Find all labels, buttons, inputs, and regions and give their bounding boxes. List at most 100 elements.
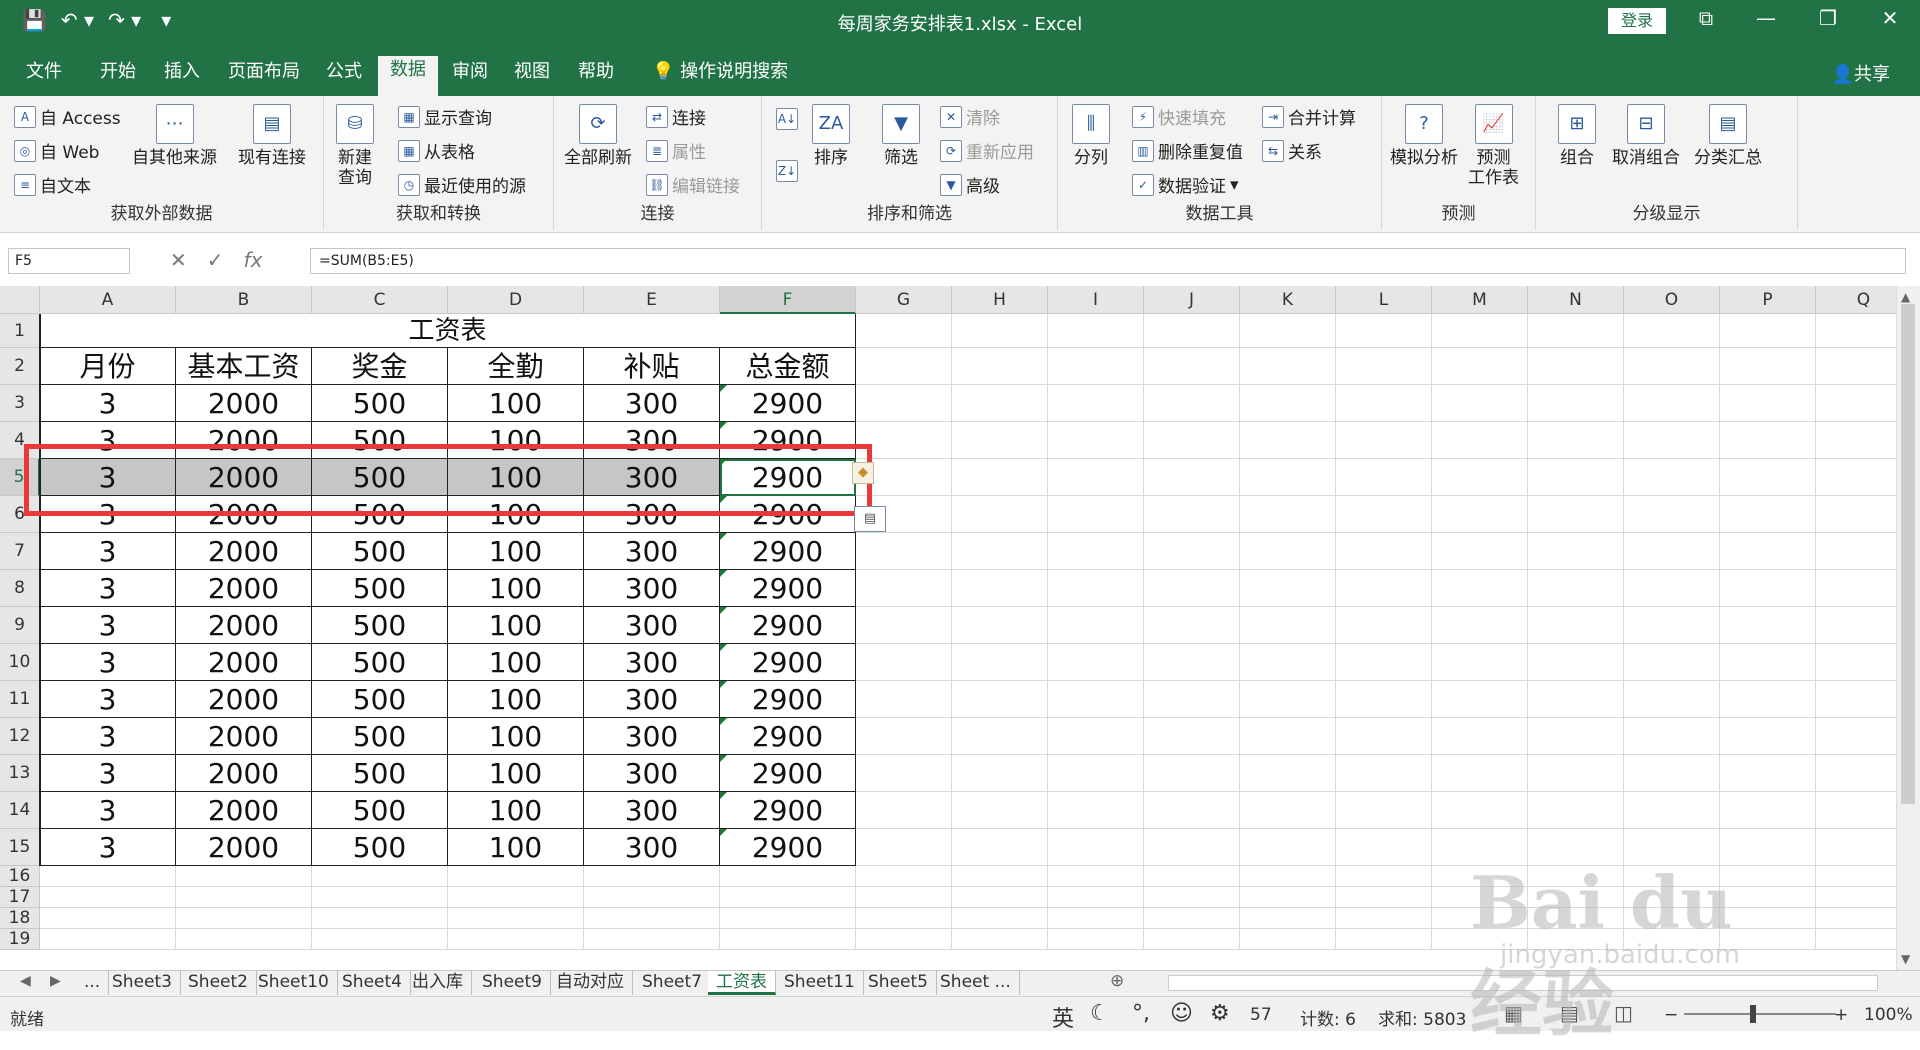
grid-cell[interactable] [1528,459,1624,496]
data-cell[interactable]: 100 [448,496,584,533]
grid-cell[interactable] [1144,385,1240,422]
row-header-8[interactable]: 8 [0,570,40,607]
data-cell[interactable]: 500 [312,607,448,644]
grid-cell[interactable] [40,929,176,950]
grid-cell[interactable] [1336,533,1432,570]
header-cell[interactable]: 全勤 [448,348,584,385]
grid-cell[interactable] [1816,829,1896,866]
grid-cell[interactable] [1144,533,1240,570]
subtotal-button[interactable]: ▤ 分类汇总 [1694,104,1762,168]
restore-icon[interactable]: ❐ [1808,6,1848,30]
grid-cell[interactable] [1336,314,1432,348]
grid-cell[interactable] [1048,792,1144,829]
sheet-title-cell[interactable]: 工资表 [40,314,856,348]
from-other-sources-button[interactable]: ⋯ 自其他来源 [132,104,217,168]
grid-cell[interactable] [720,887,856,908]
sort-button[interactable]: ZA 排序 [812,104,850,168]
zoom-slider[interactable] [1684,1013,1836,1015]
data-cell[interactable]: 2900 [720,681,856,718]
what-if-analysis-button[interactable]: ? 模拟分析 [1390,104,1458,168]
grid-cell[interactable] [1816,314,1896,348]
page-layout-view-icon[interactable]: ▤ [1560,1001,1579,1025]
from-web-button[interactable]: ◎ 自 Web [14,138,99,163]
grid-cell[interactable] [1240,681,1336,718]
grid-cell[interactable] [1720,644,1816,681]
data-cell[interactable]: 500 [312,496,448,533]
grid-cell[interactable] [40,887,176,908]
grid-cell[interactable] [1432,792,1528,829]
grid-cell[interactable] [1528,385,1624,422]
grid-cell[interactable] [1048,908,1144,929]
column-header-b[interactable]: B [176,286,312,314]
row-header-6[interactable]: 6 [0,496,40,533]
sheet-tab[interactable]: 工资表 [708,971,776,995]
grid-cell[interactable] [1816,533,1896,570]
grid-cell[interactable] [952,908,1048,929]
data-validation-button[interactable]: ✓ 数据验证 ▾ [1132,172,1239,197]
column-header-e[interactable]: E [584,286,720,314]
data-cell[interactable]: 2900 [720,829,856,866]
grid-cell[interactable] [1336,866,1432,887]
grid-cell[interactable] [1144,755,1240,792]
data-cell[interactable]: 2900 [720,422,856,459]
grid-cell[interactable] [1144,644,1240,681]
data-cell[interactable]: 2000 [176,681,312,718]
advanced-filter-button[interactable]: ▼ 高级 [940,172,1000,197]
grid-cell[interactable] [1816,792,1896,829]
grid-cell[interactable] [1144,459,1240,496]
grid-cell[interactable] [1144,929,1240,950]
grid-cell[interactable] [1720,314,1816,348]
row-header-15[interactable]: 15 [0,829,40,866]
data-cell[interactable]: 3 [40,718,176,755]
column-header-p[interactable]: P [1720,286,1816,314]
grid-cell[interactable] [1720,908,1816,929]
grid-cell[interactable] [1720,385,1816,422]
data-cell[interactable]: 500 [312,385,448,422]
data-cell[interactable]: 500 [312,459,448,496]
data-cell[interactable]: 300 [584,718,720,755]
row-header-3[interactable]: 3 [0,385,40,422]
properties-button[interactable]: ≣ 属性 [646,138,706,163]
grid-cell[interactable] [1528,607,1624,644]
data-cell[interactable]: 500 [312,533,448,570]
data-cell[interactable]: 500 [312,422,448,459]
data-cell[interactable]: 3 [40,459,176,496]
sheet-tab[interactable]: Sheet3 [104,971,181,995]
grid-cell[interactable] [1720,533,1816,570]
grid-cell[interactable] [1432,829,1528,866]
grid-cell[interactable] [1336,607,1432,644]
scroll-down-icon[interactable]: ▼ [1901,952,1910,966]
data-cell[interactable]: 300 [584,755,720,792]
moon-icon[interactable]: ☾ [1090,1001,1110,1026]
grid-cell[interactable] [856,908,952,929]
cancel-icon[interactable]: ✕ [170,248,187,272]
grid-cell[interactable] [856,792,952,829]
next-sheet-icon[interactable]: ▶ [50,973,61,989]
grid-cell[interactable] [1240,314,1336,348]
grid-cell[interactable] [1432,929,1528,950]
grid-cell[interactable] [1432,755,1528,792]
grid-cell[interactable] [856,385,952,422]
clear-filter-button[interactable]: ✕ 清除 [940,104,1000,129]
grid-cell[interactable] [1720,496,1816,533]
grid-cell[interactable] [1336,792,1432,829]
grid-cell[interactable] [1816,607,1896,644]
zoom-level[interactable]: 100% [1864,1005,1913,1025]
grid-cell[interactable] [1624,644,1720,681]
data-cell[interactable]: 2900 [720,718,856,755]
grid-cell[interactable] [1528,929,1624,950]
sheet-tab[interactable]: Sheet4 [334,971,411,995]
zoom-slider-thumb[interactable] [1750,1005,1756,1023]
row-header-5[interactable]: 5 [0,459,40,496]
grid-cell[interactable] [1720,829,1816,866]
row-header-16[interactable]: 16 [0,866,40,887]
grid-cell[interactable] [1144,570,1240,607]
grid-cell[interactable] [1432,459,1528,496]
grid-cell[interactable] [1144,607,1240,644]
column-header-g[interactable]: G [856,286,952,314]
grid-cell[interactable] [1240,348,1336,385]
data-cell[interactable]: 2000 [176,570,312,607]
grid-cell[interactable] [584,929,720,950]
row-header-2[interactable]: 2 [0,348,40,385]
grid-cell[interactable] [1144,348,1240,385]
